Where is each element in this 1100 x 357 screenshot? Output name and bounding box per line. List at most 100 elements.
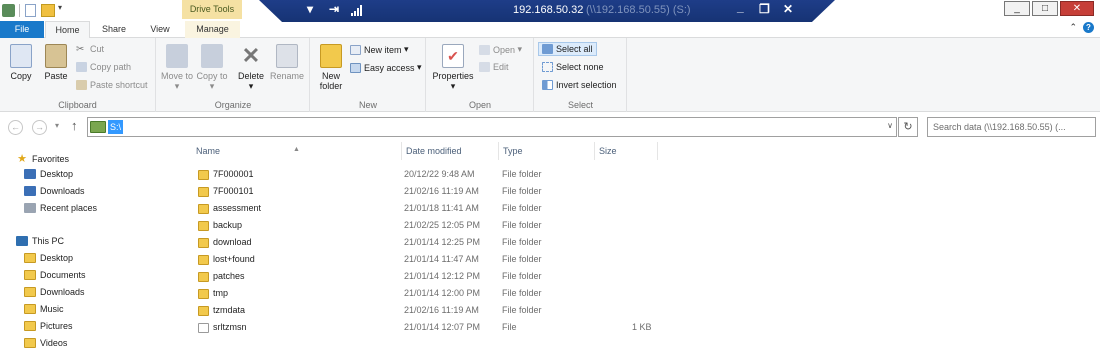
file-row[interactable]: srltzmsn 21/01/14 12:07 PM File 1 KB [182, 320, 662, 336]
open-button[interactable]: Open ▾ [479, 44, 522, 55]
copy-icon [10, 44, 32, 68]
address-bar: ← → ▾ ↑ S:\ ∨ ↻ Search data (\\192.168.5… [0, 112, 1100, 142]
address-dropdown-icon[interactable]: ∨ [887, 121, 893, 130]
nav-pc-music[interactable]: Music [24, 304, 64, 314]
maximize-button[interactable]: □ [1032, 1, 1058, 16]
file-row[interactable]: 7F000101 21/02/16 11:19 AM File folder [182, 184, 662, 200]
nav-fav-desktop[interactable]: Desktop [24, 169, 73, 179]
tab-view[interactable]: View [141, 21, 179, 38]
file-row[interactable]: backup 21/02/25 12:05 PM File folder [182, 218, 662, 234]
properties-icon[interactable] [25, 4, 36, 17]
new-group-label: New [358, 100, 377, 110]
column-header-size[interactable]: Size [596, 142, 658, 160]
file-row[interactable]: assessment 21/01/18 11:41 AM File folder [182, 201, 662, 217]
folder-icon [24, 287, 36, 297]
remote-close-button[interactable]: ✕ [783, 2, 793, 16]
folder-icon [24, 270, 36, 280]
nav-this-pc[interactable]: This PC [16, 236, 64, 246]
collapse-ribbon-icon[interactable]: ⌃ [1069, 22, 1077, 32]
column-header-date[interactable]: Date modified [403, 142, 499, 160]
app-icon[interactable] [2, 4, 15, 17]
nav-pc-downloads[interactable]: Downloads [24, 287, 85, 297]
select-all-button[interactable]: Select all [538, 42, 597, 56]
organize-group: Move to ▾ Copy to ▾ ✕ Delete ▾ Rename Organ… [157, 38, 310, 112]
copy-button[interactable]: Copy [4, 42, 38, 81]
folder-icon [198, 170, 209, 180]
search-input[interactable]: Search data (\\192.168.50.55) (... [927, 117, 1096, 137]
easy-access-button[interactable]: Easy access ▾ [350, 62, 422, 73]
nav-pc-documents[interactable]: Documents [24, 270, 86, 280]
folder-icon [198, 289, 209, 299]
nav-fav-downloads[interactable]: Downloads [24, 186, 85, 196]
address-field[interactable]: S:\ ∨ [87, 117, 897, 137]
select-group-label: Select [567, 100, 593, 110]
folder-icon [24, 321, 36, 331]
nav-favorites[interactable]: ★ Favorites [16, 152, 69, 165]
star-icon: ★ [17, 153, 27, 165]
file-row[interactable]: download 21/01/14 12:25 PM File folder [182, 235, 662, 251]
up-button[interactable]: ↑ [71, 118, 78, 133]
tab-manage[interactable]: Manage [185, 21, 240, 38]
navigation-pane: ★ Favorites Desktop Downloads Recent pla… [0, 142, 180, 357]
network-drive-icon [90, 121, 106, 133]
remote-menu-icon[interactable]: ▾ [307, 2, 313, 16]
rename-button[interactable]: Rename [269, 42, 305, 81]
tab-home[interactable]: Home [45, 21, 90, 39]
select-none-button[interactable]: Select none [542, 62, 604, 72]
qat-dropdown-icon[interactable]: ▾ [58, 3, 62, 16]
remote-host-label: 192.168.50.32 [513, 4, 584, 16]
delete-button[interactable]: ✕ Delete ▾ [235, 42, 267, 92]
easy-access-icon [350, 62, 361, 73]
tab-share[interactable]: Share [95, 21, 133, 38]
properties-button[interactable]: ✔ Properties ▾ [430, 42, 476, 92]
folder-icon [320, 44, 342, 68]
file-row[interactable]: tmp 21/01/14 12:00 PM File folder [182, 286, 662, 302]
file-row[interactable]: 7F000001 20/12/22 9:48 AM File folder [182, 167, 662, 183]
close-button[interactable]: ✕ [1060, 1, 1094, 16]
recent-places-icon [24, 203, 36, 213]
column-header-type[interactable]: Type [500, 142, 595, 160]
remote-restore-button[interactable]: ❐ [759, 2, 770, 16]
file-row[interactable]: patches 21/01/14 12:12 PM File folder [182, 269, 662, 285]
recent-locations-icon[interactable]: ▾ [55, 121, 59, 130]
new-group: New folder New item ▾ Easy access ▾ New [311, 38, 426, 112]
nav-pc-videos[interactable]: Videos [24, 338, 67, 348]
folder-icon [24, 253, 36, 263]
invert-selection-button[interactable]: Invert selection [542, 80, 617, 90]
minimize-button[interactable]: _ [1004, 1, 1030, 16]
nav-pc-desktop[interactable]: Desktop [24, 253, 73, 263]
move-to-button[interactable]: Move to ▾ [161, 42, 193, 92]
new-folder-icon[interactable] [41, 4, 55, 17]
organize-group-label: Organize [214, 100, 252, 110]
open-group: ✔ Properties ▾ Open ▾ Edit Open [427, 38, 534, 112]
file-row[interactable]: lost+found 21/01/14 11:47 AM File folder [182, 252, 662, 268]
remote-pin-icon[interactable]: ⇥ [329, 2, 339, 16]
help-icon[interactable]: ? [1083, 22, 1094, 33]
paste-icon [45, 44, 67, 68]
refresh-button[interactable]: ↻ [898, 117, 918, 137]
cut-button[interactable]: ✂ Cut [76, 44, 104, 55]
nav-fav-recent-places[interactable]: Recent places [24, 203, 97, 213]
forward-button[interactable]: → [32, 120, 47, 135]
tab-file[interactable]: File [0, 21, 44, 38]
nav-pc-pictures[interactable]: Pictures [24, 321, 73, 331]
connection-signal-icon [351, 5, 363, 16]
paste-button[interactable]: Paste [40, 42, 72, 81]
copy-to-button[interactable]: Copy to ▾ [196, 42, 228, 92]
downloads-icon [24, 186, 36, 196]
remote-minimize-button[interactable]: _ [737, 0, 744, 14]
ribbon-tabs: File Home Share View Manage [0, 21, 1100, 39]
new-folder-button[interactable]: New folder [315, 42, 347, 91]
back-button[interactable]: ← [8, 120, 23, 135]
folder-icon [24, 304, 36, 314]
folder-icon [198, 238, 209, 248]
column-header-name[interactable]: Name ▲ [182, 142, 402, 160]
address-path[interactable]: S:\ [108, 120, 124, 134]
copy-to-icon [201, 44, 223, 68]
copy-path-button[interactable]: Copy path [76, 62, 131, 72]
folder-icon [198, 204, 209, 214]
new-item-button[interactable]: New item ▾ [350, 44, 409, 55]
edit-button[interactable]: Edit [479, 62, 509, 72]
file-row[interactable]: tzmdata 21/02/16 11:19 AM File folder [182, 303, 662, 319]
paste-shortcut-button[interactable]: Paste shortcut [76, 80, 148, 90]
